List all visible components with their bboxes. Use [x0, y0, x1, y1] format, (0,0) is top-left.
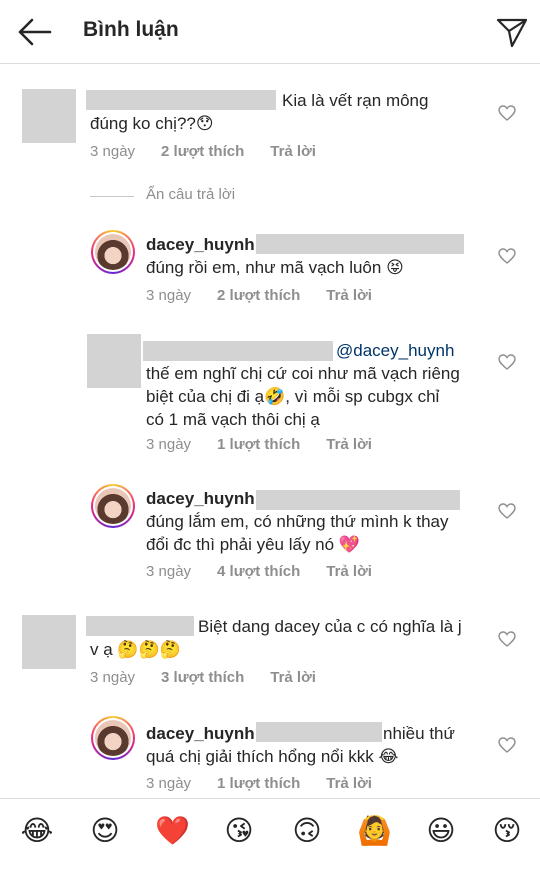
heart-icon[interactable] [498, 105, 516, 121]
reply-button[interactable]: Trả lời [326, 436, 372, 453]
comment-meta: 3 ngày 3 lượt thích Trả lời [90, 669, 342, 686]
redacted-username [143, 341, 333, 361]
comment-text: nhiều thứ [383, 724, 455, 743]
avatar[interactable] [91, 484, 135, 528]
likes-count[interactable]: 2 lượt thích [217, 287, 300, 304]
comment-time: 3 ngày [146, 563, 192, 580]
comment-meta: 3 ngày 1 lượt thích Trả lời [146, 436, 398, 453]
comment-text: có 1 mã vạch thôi chị ạ [146, 410, 320, 429]
reply-button[interactable]: Trả lời [270, 143, 316, 160]
back-arrow-icon[interactable] [14, 14, 54, 50]
comment-meta: 3 ngày 2 lượt thích Trả lời [90, 143, 342, 160]
redacted-text [256, 490, 460, 510]
comment-text: đúng ko chị??😯 [90, 114, 214, 133]
comment-text: đúng lắm em, có những thứ mình k thay [146, 512, 449, 531]
header-bar: Bình luận [0, 0, 540, 64]
redacted-username [86, 616, 194, 636]
avatar[interactable] [87, 334, 141, 388]
avatar[interactable] [22, 615, 76, 669]
likes-count[interactable]: 1 lượt thích [217, 775, 300, 792]
tears-of-joy-emoji-icon[interactable]: 😂 [20, 814, 54, 848]
redacted-text [256, 722, 382, 742]
heart-icon[interactable] [498, 737, 516, 753]
mention-link[interactable]: @dacey_huynh [336, 339, 454, 362]
comment-time: 3 ngày [146, 436, 192, 453]
likes-count[interactable]: 4 lượt thích [217, 563, 300, 580]
avatar[interactable] [91, 716, 135, 760]
heart-icon[interactable] [498, 503, 516, 519]
comment-text: biệt của chị đi ạ🤣, vì mỗi sp cubgx chỉ [146, 387, 440, 406]
comment-text: v ạ 🤔🤔🤔 [90, 640, 181, 659]
red-heart-emoji-icon[interactable]: ❤️ [155, 814, 190, 848]
comment-text: Biệt dang dacey của c có nghĩa là j [198, 617, 462, 636]
reply-button[interactable]: Trả lời [326, 287, 372, 304]
comment-text: đúng rồi em, như mã vạch luôn 😝 [146, 258, 404, 277]
likes-count[interactable]: 3 lượt thích [161, 669, 244, 686]
comment-text: thế em nghĩ chị cứ coi như mã vạch riêng [146, 364, 460, 383]
direct-send-icon[interactable] [494, 14, 530, 50]
likes-count[interactable]: 1 lượt thích [217, 436, 300, 453]
heart-icon[interactable] [498, 631, 516, 647]
redacted-text [256, 234, 464, 254]
comment-meta: 3 ngày 2 lượt thích Trả lời [146, 287, 398, 304]
redacted-username [86, 90, 276, 110]
comment-username[interactable]: dacey_huynh [146, 233, 255, 256]
divider-line [90, 196, 134, 197]
reply-button[interactable]: Trả lời [326, 563, 372, 580]
comment-time: 3 ngày [146, 287, 192, 304]
ok-gesture-emoji-icon[interactable]: 🙆 [357, 814, 392, 848]
reply-button[interactable]: Trả lời [326, 775, 372, 792]
comment-meta: 3 ngày 4 lượt thích Trả lời [146, 563, 398, 580]
grinning-emoji-icon[interactable]: 😃 [424, 814, 458, 848]
comment-time: 3 ngày [90, 143, 136, 160]
comment-text: Kia là vết rạn mông [282, 91, 429, 110]
comment-meta: 3 ngày 1 lượt thích Trả lời [146, 775, 398, 792]
heart-eyes-emoji-icon[interactable]: 😍 [88, 814, 122, 848]
emoji-reaction-bar: 😂 😍 ❤️ 😘 🙃 🙆 😃 😚 [0, 798, 540, 869]
kissing-emoji-icon[interactable]: 😚 [490, 814, 524, 848]
likes-count[interactable]: 2 lượt thích [161, 143, 244, 160]
comment-text: đổi đc thì phải yêu lấy nó 💖 [146, 535, 360, 554]
comment-time: 3 ngày [146, 775, 192, 792]
comment-username[interactable]: dacey_huynh [146, 487, 255, 510]
hide-replies-label: Ẩn câu trả lời [146, 186, 236, 203]
reply-button[interactable]: Trả lời [270, 669, 316, 686]
comment-text: quá chị giải thích hổng nổi kkk 😂 [146, 747, 399, 766]
avatar[interactable] [22, 89, 76, 143]
kiss-wink-emoji-icon[interactable]: 😘 [222, 814, 256, 848]
heart-icon[interactable] [498, 248, 516, 264]
avatar[interactable] [91, 230, 135, 274]
upside-down-emoji-icon[interactable]: 🙃 [290, 814, 324, 848]
page-title: Bình luận [83, 18, 179, 41]
comment-time: 3 ngày [90, 669, 136, 686]
heart-icon[interactable] [498, 354, 516, 370]
comment-username[interactable]: dacey_huynh [146, 722, 255, 745]
